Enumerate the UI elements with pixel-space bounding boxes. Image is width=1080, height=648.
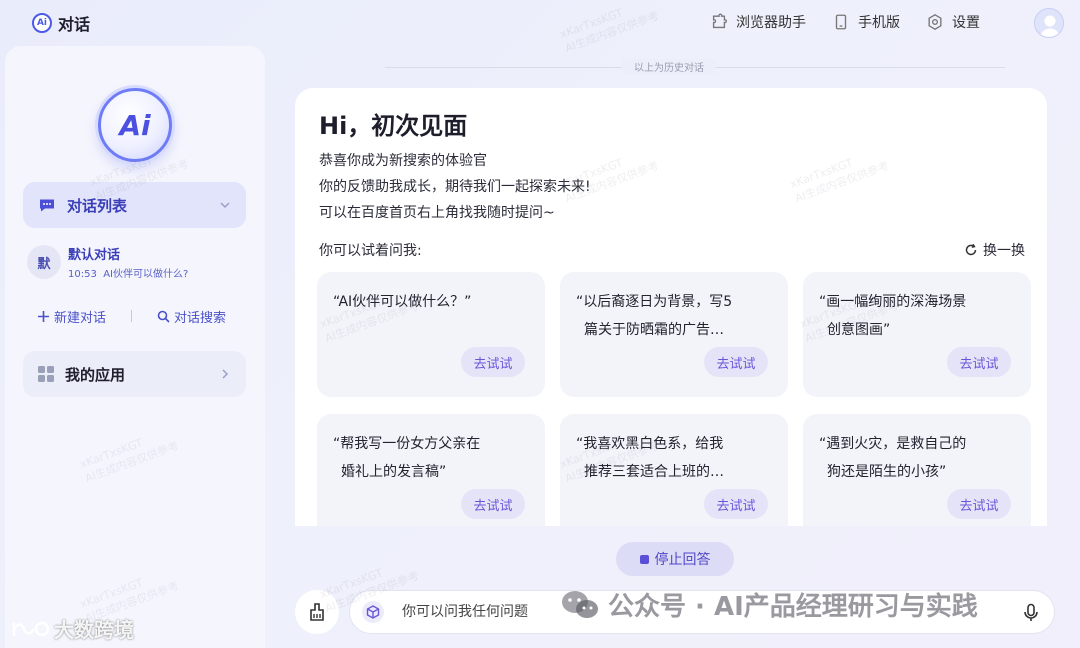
search-conversation-label: 对话搜索 (174, 310, 227, 326)
suggestion-line: “遇到火灾，是救自己的 (819, 436, 967, 452)
conversation-avatar: 默 (27, 245, 61, 279)
suggestion-card[interactable]: “画一幅绚丽的深海场景 创意图画” 去试试 (803, 272, 1031, 397)
suggestion-text: “AI伙伴可以做什么？” (333, 288, 533, 316)
refresh-label: 换一换 (983, 243, 1025, 259)
stop-answer-button[interactable]: 停止回答 (616, 542, 734, 576)
conversation-meta: 10:53 AI伙伴可以做什么? (68, 265, 188, 280)
cube-icon[interactable] (362, 601, 384, 623)
search-conversation-button[interactable]: 对话搜索 (157, 307, 226, 326)
conversation-list-toggle[interactable]: 对话列表 (23, 182, 246, 228)
suggestion-line: 篇关于防晒霜的广告… (584, 322, 724, 338)
suggestion-card[interactable]: “帮我写一份女方父亲在 婚礼上的发言稿” 去试试 (317, 414, 545, 526)
suggestion-line: 婚礼上的发言稿” (341, 464, 447, 480)
brand[interactable]: Ai 对话 (32, 11, 90, 35)
suggestion-text: “帮我写一份女方父亲在 婚礼上的发言稿” (333, 430, 533, 486)
sidebar: Ai 对话列表 默 默认对话 10:53 AI伙伴可以做什么? 新建对话 对话搜… (5, 46, 265, 648)
browser-assistant-button[interactable]: 浏览器助手 (710, 12, 806, 32)
welcome-card: Hi，初次见面 恭喜你成为新搜索的体验官 你的反馈助我成长，期待我们一起探索未来… (295, 88, 1047, 526)
new-conversation-label: 新建对话 (54, 310, 107, 326)
intro-line: 恭喜你成为新搜索的体验官 (319, 153, 487, 169)
suggestion-line: “我喜欢黑白色系，给我 (576, 436, 724, 452)
suggestion-text: “我喜欢黑白色系，给我 推荐三套适合上班的… (576, 430, 776, 486)
phone-icon (835, 14, 847, 30)
top-bar: Ai 对话 浏览器助手 手机版 设置 (0, 0, 1080, 46)
my-apps-button[interactable]: 我的应用 (23, 351, 246, 397)
suggestion-line: “AI伙伴可以做什么？” (333, 294, 472, 310)
sidebar-links: 新建对话 对话搜索 (37, 306, 247, 326)
chevron-right-icon (222, 369, 229, 379)
broom-icon (310, 603, 324, 621)
suggestion-line: 狗还是陌生的小孩” (827, 464, 947, 480)
puzzle-icon (712, 13, 727, 29)
user-avatar[interactable] (1034, 8, 1064, 38)
try-asking-label: 你可以试着问我: (319, 243, 422, 259)
try-it-button[interactable]: 去试试 (704, 489, 768, 519)
refresh-icon (965, 243, 977, 256)
suggestion-line: 推荐三套适合上班的… (584, 464, 724, 480)
grid-icon (38, 366, 54, 382)
conversation-item-default[interactable]: 默 默认对话 10:53 AI伙伴可以做什么? (27, 242, 247, 282)
app-title: 对话 (58, 15, 91, 34)
suggestion-line: “画一幅绚丽的深海场景 (819, 294, 967, 310)
suggestion-card[interactable]: “AI伙伴可以做什么？” 去试试 (317, 272, 545, 397)
suggestion-text: “画一幅绚丽的深海场景 创意图画” (819, 288, 1019, 344)
suggestion-line: “以后裔逐日为背景，写5 (576, 294, 733, 310)
browser-assistant-label: 浏览器助手 (736, 15, 806, 31)
mobile-version-label: 手机版 (858, 15, 900, 31)
settings-label: 设置 (952, 15, 980, 31)
chevron-down-icon (220, 202, 230, 209)
conversation-time: 10:53 (68, 269, 97, 280)
microphone-icon[interactable] (1022, 603, 1040, 623)
try-it-button[interactable]: 去试试 (704, 347, 768, 377)
conversation-list-label: 对话列表 (67, 196, 128, 215)
settings-button[interactable]: 设置 (926, 12, 980, 32)
top-actions: 浏览器助手 手机版 设置 (710, 12, 980, 32)
link-divider (131, 310, 133, 322)
chat-bubble-icon (40, 199, 54, 212)
greeting-title: Hi，初次见面 (319, 112, 468, 140)
search-icon (157, 310, 170, 323)
ai-logo-icon: Ai (32, 13, 52, 33)
stop-answer-label: 停止回答 (654, 552, 711, 568)
plus-icon (38, 310, 49, 322)
ai-avatar-logo: Ai (98, 88, 172, 162)
conversation-preview: AI伙伴可以做什么? (103, 269, 189, 280)
my-apps-label: 我的应用 (65, 365, 126, 384)
history-divider-label: 以上为历史对话 (622, 59, 716, 74)
try-it-button[interactable]: 去试试 (461, 489, 525, 519)
chat-input[interactable] (402, 604, 1002, 620)
stop-square-icon (639, 554, 649, 564)
refresh-suggestions-button[interactable]: 换一换 (964, 240, 1025, 260)
chat-input-box (349, 590, 1055, 634)
suggestion-card[interactable]: “遇到火灾，是救自己的 狗还是陌生的小孩” 去试试 (803, 414, 1031, 526)
conversation-text: 默认对话 10:53 AI伙伴可以做什么? (68, 244, 188, 280)
intro-text: 恭喜你成为新搜索的体验官 你的反馈助我成长，期待我们一起探索未来! 可以在百度首… (319, 148, 591, 226)
new-topic-button[interactable] (295, 590, 339, 634)
try-it-button[interactable]: 去试试 (947, 347, 1011, 377)
conversation-title: 默认对话 (68, 248, 121, 263)
suggestion-line: “帮我写一份女方父亲在 (333, 436, 481, 452)
user-icon (1040, 15, 1060, 37)
mobile-version-button[interactable]: 手机版 (832, 12, 900, 32)
try-it-button[interactable]: 去试试 (461, 347, 525, 377)
suggestion-text: “以后裔逐日为背景，写5 篇关于防晒霜的广告… (576, 288, 776, 344)
try-it-button[interactable]: 去试试 (947, 489, 1011, 519)
intro-line: 可以在百度首页右上角找我随时提问~ (319, 205, 555, 221)
suggestion-card[interactable]: “以后裔逐日为背景，写5 篇关于防晒霜的广告… 去试试 (560, 272, 788, 397)
suggestion-card[interactable]: “我喜欢黑白色系，给我 推荐三套适合上班的… 去试试 (560, 414, 788, 526)
intro-line: 你的反馈助我成长，期待我们一起探索未来! (319, 179, 591, 195)
suggestion-line: 创意图画” (827, 322, 891, 338)
gear-icon (928, 14, 942, 30)
suggestion-text: “遇到火灾，是救自己的 狗还是陌生的小孩” (819, 430, 1019, 486)
new-conversation-button[interactable]: 新建对话 (37, 307, 106, 326)
